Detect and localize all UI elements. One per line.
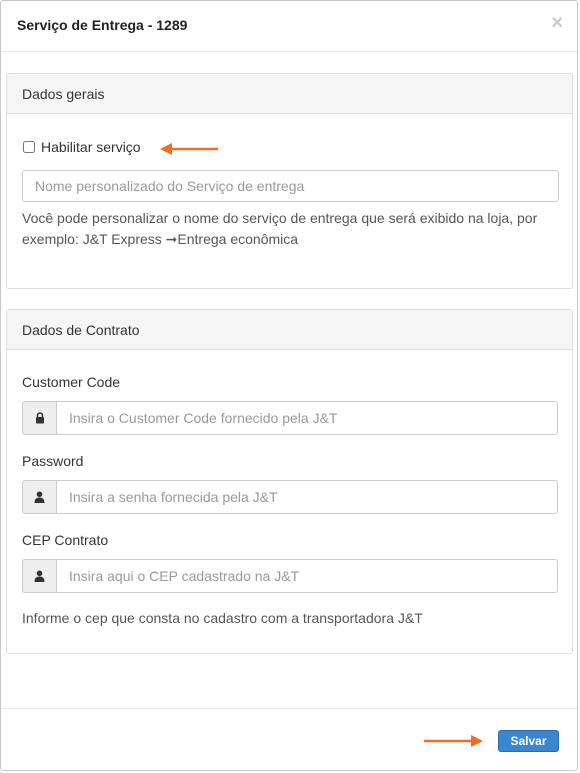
customer-code-group [22,401,558,435]
save-button[interactable]: Salvar [498,730,559,752]
service-name-help-line1: Você pode personalizar o nome do serviço… [22,210,538,226]
enable-service-checkbox[interactable] [23,141,35,153]
delivery-service-modal: Serviço de Entrega - 1289 × Dados gerais… [0,0,578,771]
password-group [22,480,558,514]
modal-title: Serviço de Entrega - 1289 [17,17,188,33]
general-data-panel: Dados gerais Habilitar serviço Você pode… [6,73,573,289]
service-name-input[interactable] [22,170,559,202]
arrow-left-icon [160,143,218,155]
enable-service-row: Habilitar serviço [23,139,141,155]
panel-heading-general: Dados gerais [7,74,572,114]
user-icon [22,559,56,593]
contract-data-panel: Dados de Contrato Customer Code Password… [6,309,573,654]
close-button[interactable]: × [551,13,563,33]
panel-heading-contract: Dados de Contrato [7,310,572,350]
cep-help: Informe o cep que consta no cadastro com… [22,610,423,626]
cep-group [22,559,558,593]
password-input[interactable] [56,480,558,514]
customer-code-input[interactable] [56,401,558,435]
service-name-help: Você pode personalizar o nome do serviço… [22,208,562,250]
modal-header: Serviço de Entrega - 1289 × [1,1,577,52]
cep-label: CEP Contrato [22,532,109,548]
lock-icon [22,401,56,435]
modal-footer: Salvar [1,708,577,771]
cep-input[interactable] [56,559,558,593]
customer-code-label: Customer Code [22,374,121,390]
user-icon [22,480,56,514]
password-label: Password [22,453,84,469]
arrow-right-icon [424,735,483,747]
service-name-help-line2: exemplo: J&T Express ➞Entrega econômica [22,231,299,247]
enable-service-label: Habilitar serviço [41,139,141,155]
